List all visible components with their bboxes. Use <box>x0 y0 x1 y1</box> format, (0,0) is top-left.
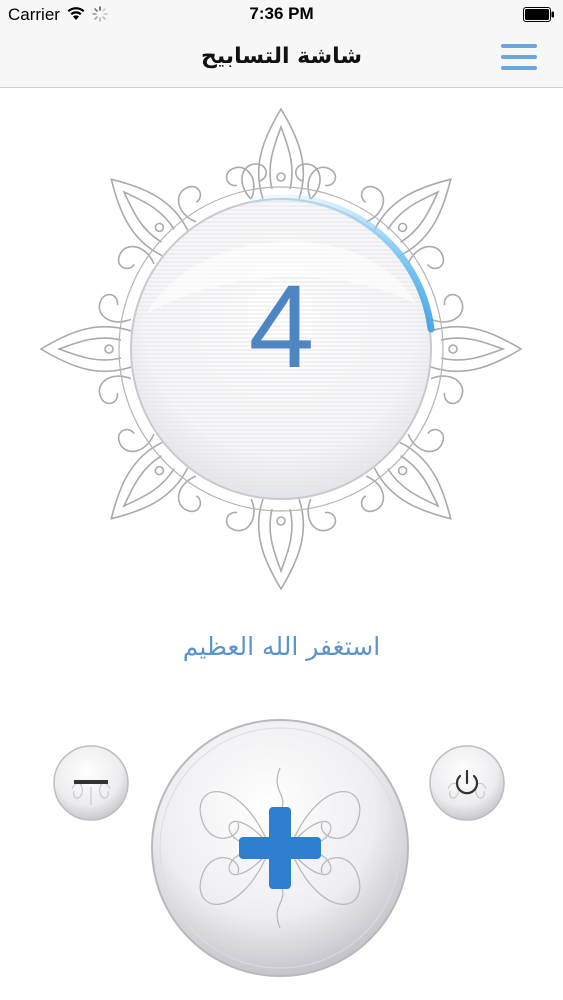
navigation-bar: شاشة التسابيح <box>0 30 563 88</box>
minus-icon <box>74 780 108 784</box>
counter-value: 4 <box>248 261 315 393</box>
status-time: 7:36 PM <box>249 4 314 23</box>
status-bar: Carrier 7:36 PM <box>0 0 563 30</box>
dhikr-text: استغفر الله العظيم <box>182 632 381 661</box>
hamburger-menu-icon <box>501 44 537 70</box>
battery-icon <box>523 7 555 26</box>
reset-button[interactable] <box>428 743 506 827</box>
page-title: شاشة التسابيح <box>200 44 363 69</box>
increment-button[interactable] <box>148 713 412 987</box>
tasbih-screen: Carrier 7:36 PM شاشة التسابيح 4 استغفر ا… <box>0 0 563 1000</box>
decrement-button[interactable] <box>52 743 130 827</box>
menu-button[interactable] <box>499 42 539 74</box>
